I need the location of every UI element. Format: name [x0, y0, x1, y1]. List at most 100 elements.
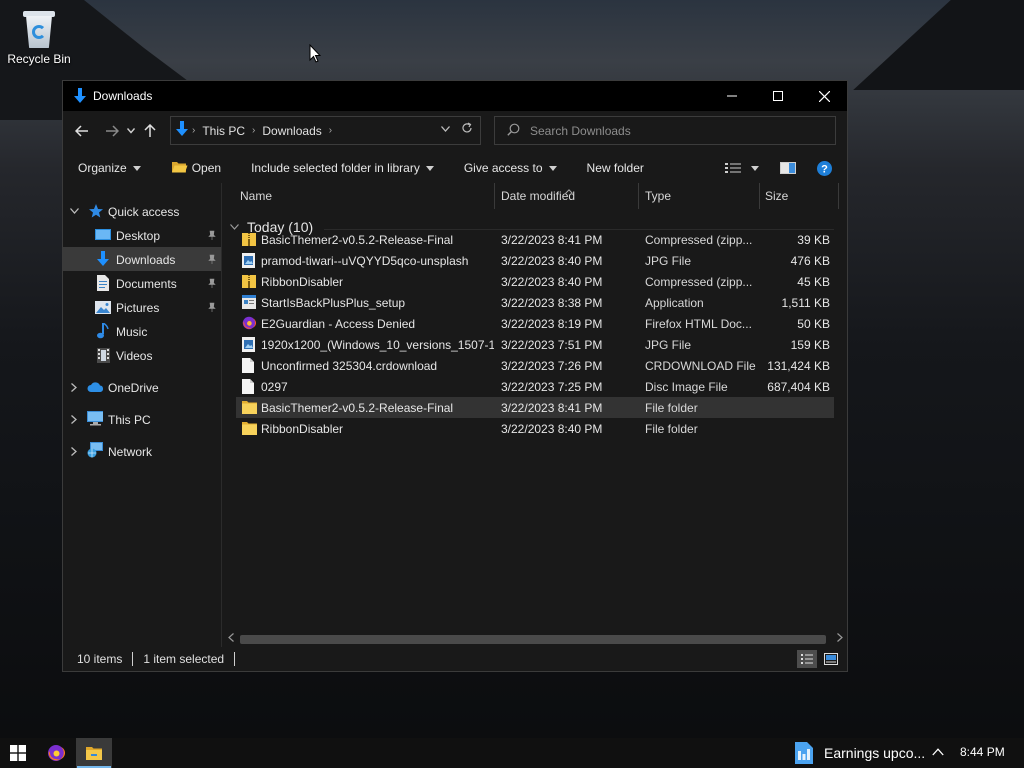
maximize-button[interactable] — [755, 81, 801, 111]
file-row[interactable]: BasicThemer2-v0.5.2-Release-Final 3/22/20… — [236, 397, 834, 418]
image-file-icon — [242, 337, 256, 352]
file-name: BasicThemer2-v0.5.2-Release-Final — [261, 233, 454, 247]
image-file-icon — [242, 253, 256, 268]
new-folder-button[interactable]: New folder — [587, 153, 644, 183]
file-type: JPG File — [645, 338, 692, 352]
pictures-icon — [95, 299, 111, 315]
nav-desktop[interactable]: Desktop — [63, 223, 221, 247]
column-header-type[interactable]: Type — [645, 183, 759, 209]
change-view-button[interactable] — [725, 153, 759, 183]
file-row[interactable]: pramod-tiwari--uVQYYD5qco-unsplash 3/22/2… — [236, 250, 834, 271]
nav-this-pc[interactable]: This PC — [63, 407, 221, 431]
give-access-menu[interactable]: Give access to — [464, 153, 557, 183]
column-header-date-modified[interactable]: Date modified — [501, 183, 637, 209]
nav-downloads-label: Downloads — [116, 253, 176, 267]
svg-text:?: ? — [821, 163, 828, 175]
address-history-dropdown[interactable] — [441, 124, 450, 135]
file-row[interactable]: 0297 3/22/2023 7:25 PM Disc Image File 687,… — [236, 376, 834, 397]
open-button[interactable]: Open — [171, 153, 221, 183]
include-in-library-menu[interactable]: Include selected folder in library — [251, 153, 434, 183]
preview-pane-button[interactable] — [780, 153, 796, 183]
chevron-right-icon[interactable] — [69, 446, 79, 456]
show-hidden-icons-button[interactable] — [932, 745, 944, 759]
file-date-modified: 3/22/2023 8:41 PM — [501, 233, 603, 247]
column-header-size[interactable]: Size — [765, 183, 837, 209]
news-widget[interactable]: Earnings upco... — [794, 738, 925, 768]
up-button[interactable] — [139, 117, 161, 145]
organize-menu[interactable]: Organize — [78, 153, 141, 183]
breadcrumb-separator-icon[interactable]: › — [252, 125, 255, 136]
file-row[interactable]: StartIsBackPlusPlus_setup 3/22/2023 8:38 … — [236, 292, 834, 313]
breadcrumb-downloads[interactable]: Downloads — [262, 124, 321, 138]
zip-folder-icon — [242, 274, 256, 289]
minimize-icon — [727, 95, 737, 97]
caret-down-icon — [548, 165, 557, 171]
chevron-down-icon — [441, 126, 450, 132]
documents-icon — [95, 275, 111, 291]
file-row[interactable]: E2Guardian - Access Denied 3/22/2023 8:19… — [236, 313, 834, 334]
minimize-button[interactable] — [709, 81, 755, 111]
file-name: E2Guardian - Access Denied — [261, 317, 416, 331]
pin-icon — [207, 229, 217, 243]
scrollbar-thumb[interactable] — [240, 635, 826, 644]
forward-button[interactable] — [101, 117, 123, 145]
cloud-icon — [87, 379, 103, 395]
file-row[interactable]: RibbonDisabler 3/22/2023 8:40 PM File fold… — [236, 418, 834, 439]
help-button[interactable]: ? — [817, 153, 832, 183]
refresh-button[interactable] — [461, 122, 473, 137]
recent-locations-button[interactable] — [123, 117, 139, 145]
close-button[interactable] — [801, 81, 847, 111]
large-icons-view-icon — [824, 653, 838, 665]
large-icons-view-button[interactable] — [821, 650, 841, 668]
desktop-recycle-bin[interactable]: Recycle Bin — [6, 8, 72, 66]
horizontal-scrollbar[interactable] — [226, 633, 843, 645]
column-header-name[interactable]: Name — [240, 183, 494, 209]
nav-videos[interactable]: Videos — [63, 343, 221, 367]
address-bar[interactable]: › This PC › Downloads › — [170, 116, 481, 145]
nav-onedrive[interactable]: OneDrive — [63, 375, 221, 399]
open-label: Open — [191, 161, 222, 175]
recycle-bin-label: Recycle Bin — [7, 52, 71, 66]
recycle-bin-icon — [20, 8, 58, 50]
title-bar[interactable]: Downloads — [63, 81, 847, 111]
taskbar-file-explorer[interactable] — [76, 738, 112, 768]
nav-documents[interactable]: Documents — [63, 271, 221, 295]
taskbar-clock[interactable]: 8:44 PM — [960, 745, 1005, 759]
nav-network[interactable]: Network — [63, 439, 221, 463]
nav-network-label: Network — [108, 445, 153, 459]
nav-downloads[interactable]: Downloads — [63, 247, 221, 271]
breadcrumb-separator-icon[interactable]: › — [329, 125, 332, 136]
preview-pane-icon — [780, 162, 796, 174]
taskbar: Earnings upco... 8:44 PM — [0, 738, 1024, 768]
file-row[interactable]: BasicThemer2-v0.5.2-Release-Final 3/22/20… — [236, 229, 834, 250]
scroll-left-icon[interactable] — [228, 633, 234, 644]
search-box[interactable] — [494, 116, 836, 145]
chevron-right-icon[interactable] — [69, 414, 79, 424]
column-type-label: Type — [645, 189, 672, 203]
zip-folder-icon — [242, 232, 256, 247]
file-type: Firefox HTML Doc... — [645, 317, 752, 331]
computer-icon — [87, 410, 103, 426]
file-row[interactable]: 1920x1200_(Windows_10_versions_1507-1...… — [236, 334, 834, 355]
file-row[interactable]: RibbonDisabler 3/22/2023 8:40 PM Compresse… — [236, 271, 834, 292]
start-button[interactable] — [0, 738, 36, 768]
nav-music[interactable]: Music — [63, 319, 221, 343]
nav-quick-access[interactable]: Quick access — [63, 199, 221, 223]
chevron-down-icon[interactable] — [69, 206, 79, 216]
file-date-modified: 3/22/2023 7:51 PM — [501, 338, 603, 352]
taskbar-firefox[interactable] — [38, 738, 74, 768]
back-button[interactable] — [71, 117, 93, 145]
search-input[interactable] — [530, 123, 810, 138]
nav-pictures[interactable]: Pictures — [63, 295, 221, 319]
chevron-right-icon[interactable] — [69, 382, 79, 392]
file-size: 1,511 KB — [781, 296, 830, 310]
details-view-button[interactable] — [797, 650, 817, 668]
file-name: pramod-tiwari--uVQYYD5qco-unsplash — [261, 254, 469, 268]
arrow-right-icon — [106, 125, 119, 137]
scroll-right-icon[interactable] — [837, 633, 843, 644]
status-divider — [132, 652, 134, 666]
breadcrumb-this-pc[interactable]: This PC — [202, 124, 245, 138]
file-row[interactable]: Unconfirmed 325304.crdownload 3/22/2023 7… — [236, 355, 834, 376]
column-date-label: Date modified — [501, 189, 576, 203]
file-name: RibbonDisabler — [261, 422, 344, 436]
